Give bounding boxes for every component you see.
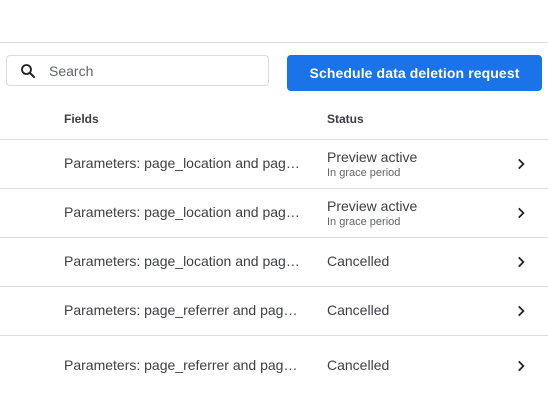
table-row[interactable]: Parameters: page_referrer and page_locat… [0, 336, 548, 396]
status-cell: Cancelled [327, 253, 487, 269]
column-header-fields: Fields [64, 112, 99, 126]
chevron-right-icon[interactable] [513, 303, 529, 319]
status-subtext: In grace period [327, 167, 401, 179]
status-text: Cancelled [327, 302, 390, 318]
status-cell: Cancelled [327, 302, 487, 318]
fields-cell: Parameters: page_referrer and page_locat… [64, 302, 302, 318]
top-divider [0, 42, 548, 43]
fields-cell: Parameters: page_location and page_refer… [64, 155, 302, 171]
chevron-right-icon[interactable] [513, 205, 529, 221]
status-cell: Cancelled [327, 357, 487, 373]
table-row[interactable]: Parameters: page_location and page_refer… [0, 238, 548, 287]
search-icon [21, 64, 35, 78]
status-cell: Preview active In grace period [327, 149, 487, 179]
fields-cell: Parameters: page_referrer and page_locat… [64, 357, 302, 373]
status-cell: Preview active In grace period [327, 198, 487, 228]
table-row[interactable]: Parameters: page_referrer and page_locat… [0, 287, 548, 336]
search-input[interactable] [49, 56, 259, 85]
status-text: Preview active [327, 198, 418, 214]
chevron-right-icon[interactable] [513, 156, 529, 172]
status-subtext: In grace period [327, 216, 401, 228]
status-text: Cancelled [327, 357, 390, 373]
column-header-status: Status [327, 112, 364, 126]
status-text: Cancelled [327, 253, 390, 269]
search-box[interactable] [6, 55, 269, 86]
fields-cell: Parameters: page_location and page_refer… [64, 204, 302, 220]
schedule-deletion-button[interactable]: Schedule data deletion request [287, 55, 542, 91]
status-text: Preview active [327, 149, 418, 165]
fields-cell: Parameters: page_location and page_refer… [64, 253, 302, 269]
table-row[interactable]: Parameters: page_location and page_refer… [0, 189, 548, 238]
table-row[interactable]: Parameters: page_location and page_refer… [0, 140, 548, 189]
chevron-right-icon[interactable] [513, 254, 529, 270]
chevron-right-icon[interactable] [513, 358, 529, 374]
